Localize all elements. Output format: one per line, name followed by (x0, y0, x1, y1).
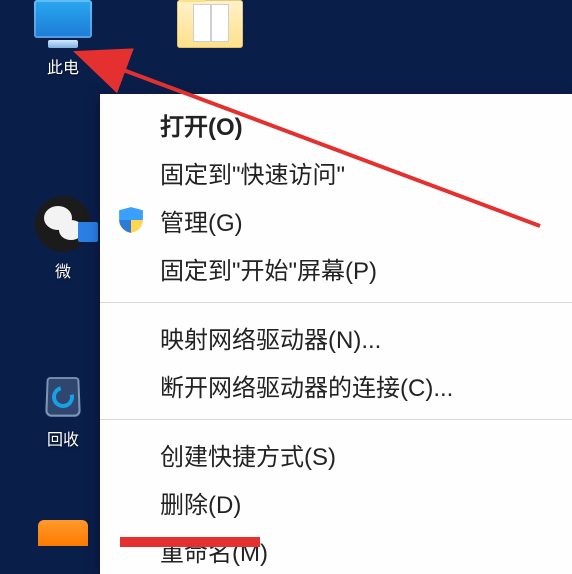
this-pc-label: 此电 (47, 54, 79, 78)
desktop-icon-recycle-bin[interactable]: 回收 (18, 370, 108, 450)
shield-icon (118, 206, 144, 234)
flame-icon (38, 520, 88, 546)
desktop-icon-this-pc[interactable]: 此电 (18, 0, 108, 78)
menu-item-disconnect-network-drive[interactable]: 断开网络驱动器的连接(C)... (100, 361, 572, 409)
folder-icon (177, 0, 243, 48)
wechat-label: 微 (55, 258, 71, 282)
menu-item-manage[interactable]: 管理(G) (100, 196, 572, 244)
menu-item-pin-quick-access[interactable]: 固定到"快速访问" (100, 148, 572, 196)
menu-item-label: 断开网络驱动器的连接(C)... (160, 368, 453, 403)
menu-item-rename[interactable]: 重命名(M) (100, 526, 572, 574)
menu-item-pin-start[interactable]: 固定到"开始"屏幕(P) (100, 244, 572, 292)
menu-separator (100, 419, 572, 420)
this-pc-icon (34, 0, 92, 48)
desktop: 此电 微 回收 打开(O) 固定到"快速访问" (0, 0, 572, 547)
menu-separator (100, 302, 572, 303)
menu-item-create-shortcut[interactable]: 创建快捷方式(S) (100, 430, 572, 478)
menu-item-delete[interactable]: 删除(D) (100, 478, 572, 526)
menu-item-label: 删除(D) (160, 485, 241, 520)
context-menu: 打开(O) 固定到"快速访问" 管理(G) 固定到"开始"屏幕(P) 映射网络驱… (100, 94, 572, 574)
menu-item-label: 映射网络驱动器(N)... (160, 320, 381, 355)
menu-item-open[interactable]: 打开(O) (100, 100, 572, 148)
recycle-bin-icon (38, 370, 88, 420)
menu-item-label: 固定到"开始"屏幕(P) (160, 251, 377, 286)
shortcut-arrow-icon (78, 222, 98, 242)
desktop-icon-partial[interactable] (18, 520, 108, 546)
recycle-bin-label: 回收 (47, 426, 79, 450)
menu-item-label: 管理(G) (160, 203, 243, 238)
annotation-highlight-bar (120, 537, 260, 547)
menu-item-label: 打开(O) (160, 107, 243, 142)
menu-item-map-network-drive[interactable]: 映射网络驱动器(N)... (100, 313, 572, 361)
menu-item-label: 固定到"快速访问" (160, 155, 345, 190)
menu-item-label: 创建快捷方式(S) (160, 437, 336, 472)
desktop-icon-folder[interactable] (165, 0, 255, 48)
